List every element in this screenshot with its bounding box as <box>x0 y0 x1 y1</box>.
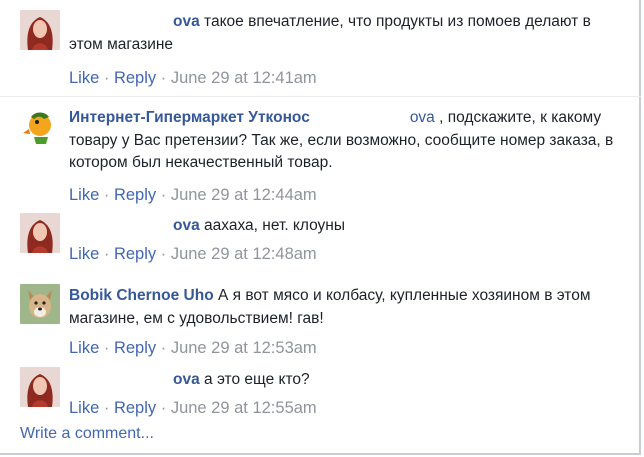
timestamp[interactable]: June 29 at 12:44am <box>171 186 317 204</box>
avatar[interactable] <box>20 213 60 253</box>
like-button[interactable]: Like <box>69 245 99 263</box>
comment-text: ova а это еще кто? <box>69 369 310 392</box>
comment-author[interactable]: ova <box>173 217 200 234</box>
write-comment-input[interactable]: Write a comment... <box>20 425 154 443</box>
like-button[interactable]: Like <box>69 399 99 417</box>
like-button[interactable]: Like <box>69 339 99 357</box>
reply-button[interactable]: Reply <box>114 186 156 204</box>
reply-button[interactable]: Reply <box>114 245 156 263</box>
comment-actions: Like · Reply · June 29 at 12:53am <box>69 339 317 357</box>
reply-button[interactable]: Reply <box>114 399 156 417</box>
comment-actions: Like · Reply · June 29 at 12:41am <box>69 69 317 87</box>
comment-actions: Like · Reply · June 29 at 12:55am <box>69 399 317 417</box>
avatar[interactable] <box>20 367 60 407</box>
comment-text: Bobik Chernoe Uho А я вот мясо и колбасу… <box>69 287 591 327</box>
timestamp[interactable]: June 29 at 12:55am <box>171 399 317 417</box>
comment-author[interactable]: ova <box>173 371 200 388</box>
comment-actions: Like · Reply · June 29 at 12:48am <box>69 245 317 263</box>
comment-author[interactable]: Bobik Chernoe Uho <box>69 287 214 304</box>
like-button[interactable]: Like <box>69 69 99 87</box>
comment-author[interactable]: Интернет-Гипермаркет Утконос <box>69 109 310 126</box>
avatar[interactable] <box>20 10 60 50</box>
comment-author[interactable]: ova <box>173 13 200 30</box>
reply-button[interactable]: Reply <box>114 69 156 87</box>
mention[interactable]: ova <box>410 109 435 126</box>
redacted-name <box>310 112 410 122</box>
divider <box>0 96 641 97</box>
redacted-name <box>69 16 173 26</box>
redacted-name <box>69 220 173 230</box>
comment-actions: Like · Reply · June 29 at 12:44am <box>69 186 317 204</box>
redacted-name <box>69 374 173 384</box>
timestamp[interactable]: June 29 at 12:53am <box>171 339 317 357</box>
comment-text: Интернет-Гипермаркет Утконос ova , подска… <box>69 109 614 171</box>
timestamp[interactable]: June 29 at 12:48am <box>171 245 317 263</box>
dog-avatar[interactable] <box>20 284 60 324</box>
timestamp[interactable]: June 29 at 12:41am <box>171 69 317 87</box>
comment-text: ova аахаха, нет. клоуны <box>69 215 345 238</box>
comment-text: ova такое впечатление, что продукты из п… <box>69 13 591 53</box>
like-button[interactable]: Like <box>69 186 99 204</box>
utkonos-logo-icon[interactable] <box>20 107 60 147</box>
reply-button[interactable]: Reply <box>114 339 156 357</box>
